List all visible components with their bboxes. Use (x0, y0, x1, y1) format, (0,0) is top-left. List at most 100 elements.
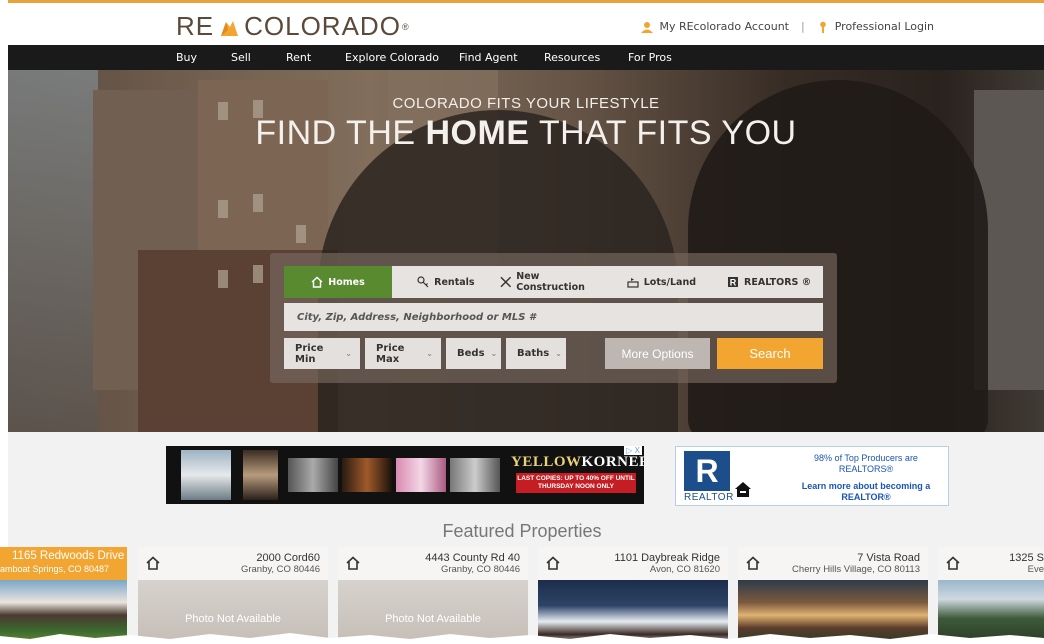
tab-rentals-label: Rentals (434, 276, 475, 288)
card-header: 1101 Daybreak Ridge Avon, CO 81620 (538, 547, 728, 580)
price-min-select[interactable]: Price Min ⌄ (284, 338, 360, 369)
nav-buy[interactable]: Buy (176, 51, 197, 64)
search-button[interactable]: Search (717, 338, 823, 369)
equal-housing-icon (735, 482, 751, 497)
card-city: Granby, CO 80446 (240, 564, 320, 575)
ad-photo (396, 458, 446, 492)
home-icon (746, 556, 760, 570)
brand-korner: KORNER (581, 454, 644, 470)
tab-new-construction-label: New Construction (516, 271, 585, 293)
search-tabs: Homes Rentals New Construction Lots/Land… (284, 266, 823, 298)
tab-homes[interactable]: Homes (284, 266, 392, 298)
hero-banner: COLORADO FITS YOUR LIFESTYLE FIND THE HO… (8, 70, 1044, 432)
card-header: 2000 Cord60 Granby, CO 80446 (138, 547, 328, 580)
recolorado-logo[interactable]: RE COLORADO ® (176, 11, 410, 42)
photo-not-available-text: Photo Not Available (185, 613, 281, 625)
property-search-panel: Homes Rentals New Construction Lots/Land… (270, 253, 837, 383)
ad-photo (243, 450, 278, 500)
torn-edge (0, 633, 1044, 644)
realtor-wordmark: REALTOR (684, 492, 734, 503)
key-icon (417, 276, 429, 288)
photo-not-available-text: Photo Not Available (385, 613, 481, 625)
brand-yellow: YELLOW (511, 454, 582, 470)
location-search-field[interactable] (284, 303, 823, 331)
home-icon (946, 556, 960, 570)
tab-homes-label: Homes (328, 276, 365, 288)
realtor-ad[interactable]: R REALTOR 98% of Top Producers are REALT… (675, 446, 949, 506)
card-address: 1165 Redwoods Drive (12, 550, 125, 562)
card-header: 1165 Redwoods Drive amboat Springs, CO 8… (0, 547, 127, 580)
main-nav: Buy Sell Rent Explore Colorado Find Agen… (8, 45, 1044, 70)
search-filters: Price Min ⌄ Price Max ⌄ Beds ⌄ Baths ⌄ (284, 338, 566, 369)
headline-bold: HOME (425, 114, 530, 152)
hero-headline: FIND THE HOME THAT FITS YOU (8, 114, 1044, 153)
divider: | (801, 20, 805, 33)
price-min-label: Price Min (295, 342, 324, 365)
realtor-ad-cta[interactable]: Learn more about becoming a REALTOR® (786, 481, 946, 503)
tab-rentals[interactable]: Rentals (392, 266, 500, 298)
card-header: 4443 County Rd 40 Granby, CO 80446 (338, 547, 528, 580)
price-max-select[interactable]: Price Max ⌄ (365, 338, 441, 369)
card-city: Avon, CO 81620 (649, 564, 720, 575)
nav-explore-colorado[interactable]: Explore Colorado (345, 51, 439, 64)
ad-photo (450, 458, 500, 492)
realtor-icon: R (728, 277, 739, 288)
tools-icon (500, 276, 511, 288)
professional-login-link[interactable]: Professional Login (835, 20, 934, 33)
nav-find-agent[interactable]: Find Agent (459, 51, 518, 64)
realtor-ad-stat: 98% of Top Producers are REALTORS® (814, 453, 918, 474)
tab-lots-land[interactable]: Lots/Land (608, 266, 716, 298)
price-max-label: Price Max (376, 342, 405, 365)
headline-post: THAT FITS YOU (529, 114, 797, 152)
adchoices-icon[interactable]: ▷ X (624, 446, 642, 455)
realtor-logo: R (684, 451, 730, 491)
home-icon (346, 556, 360, 570)
nav-resources[interactable]: Resources (544, 51, 600, 64)
tab-new-construction[interactable]: New Construction (500, 266, 608, 298)
nav-sell[interactable]: Sell (231, 51, 251, 64)
featured-properties-title: Featured Properties (442, 521, 602, 541)
key-icon (819, 21, 826, 33)
location-search-input[interactable] (284, 303, 823, 331)
chevron-down-icon: ⌄ (490, 349, 498, 358)
ad-photo (181, 450, 231, 500)
top-bar: RE COLORADO ® My REcolorado Account | Pr… (8, 0, 1044, 45)
card-city: Granby, CO 80446 (440, 564, 520, 575)
card-city: Eve (1027, 564, 1044, 575)
home-icon (546, 556, 560, 570)
card-address: 1325 S (1009, 552, 1044, 564)
card-header: 7 Vista Road Cherry Hills Village, CO 80… (738, 547, 928, 580)
svg-text:R: R (730, 278, 737, 288)
home-icon (311, 276, 323, 288)
more-options-button[interactable]: More Options (605, 338, 710, 369)
yellowkorner-brand: YELLOWKORNER (511, 454, 644, 471)
chevron-down-icon: ⌄ (426, 349, 433, 358)
chevron-down-icon: ⌄ (345, 349, 352, 358)
beds-label: Beds (457, 348, 485, 359)
ad-photo (342, 458, 392, 492)
beds-select[interactable]: Beds ⌄ (446, 338, 501, 369)
tab-lots-land-label: Lots/Land (643, 276, 697, 288)
user-icon (641, 21, 654, 33)
home-icon (146, 556, 160, 570)
chevron-down-icon: ⌄ (555, 349, 562, 358)
logo-re-text: RE (176, 11, 215, 41)
nav-rent[interactable]: Rent (286, 51, 311, 64)
baths-select[interactable]: Baths ⌄ (506, 338, 566, 369)
nav-for-pros[interactable]: For Pros (628, 51, 672, 64)
ad-photo (288, 458, 338, 492)
card-address: 7 Vista Road (857, 552, 920, 564)
yellowkorner-ad[interactable]: YELLOWKORNER LAST COPIES: UP TO 40% OFF … (166, 446, 644, 504)
my-account-link[interactable]: My REcolorado Account (659, 20, 789, 33)
headline-pre: FIND THE (255, 114, 426, 152)
account-links: My REcolorado Account | Professional Log… (641, 20, 934, 33)
card-header: 1325 S Eve (938, 547, 1044, 580)
land-icon (627, 278, 639, 288)
card-city: Cherry Hills Village, CO 80113 (792, 564, 920, 575)
tab-realtors[interactable]: R REALTORS ® (715, 266, 823, 298)
card-city: amboat Springs, CO 80487 (0, 564, 110, 574)
card-address: 1101 Daybreak Ridge (614, 552, 720, 564)
hero-tagline: COLORADO FITS YOUR LIFESTYLE (392, 95, 660, 112)
ad-promo: LAST COPIES: UP TO 40% OFF UNTIL THURSDA… (516, 473, 636, 493)
card-address: 2000 Cord60 (256, 552, 320, 564)
